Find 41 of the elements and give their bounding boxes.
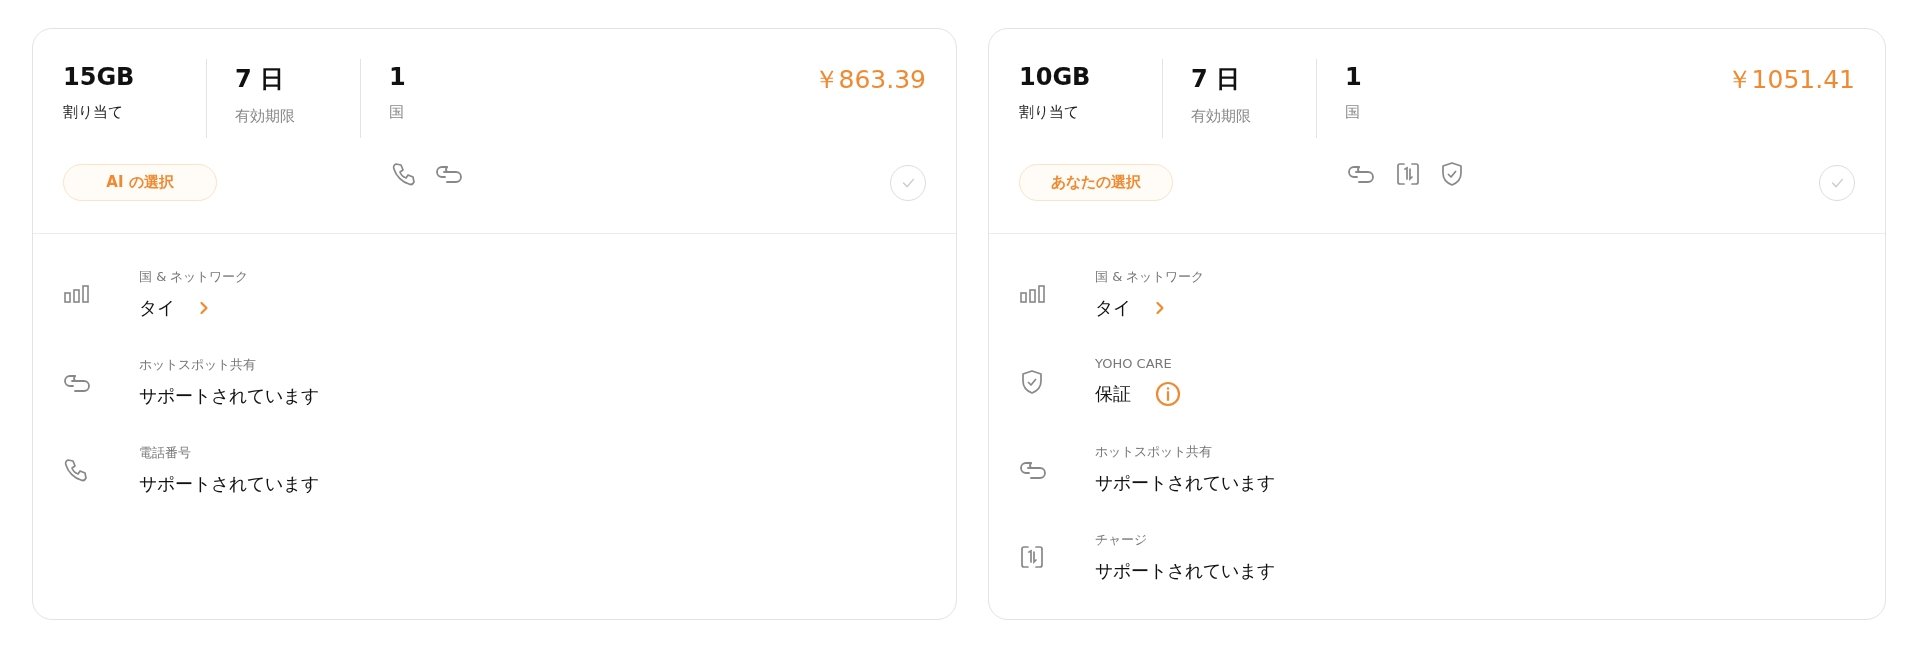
info-icon[interactable] xyxy=(1155,381,1181,407)
detail-label: 国 & ネットワーク xyxy=(1095,268,1205,286)
shield-check-icon xyxy=(1019,368,1045,395)
detail-value: タイ xyxy=(139,296,175,320)
charge-icon xyxy=(1019,544,1045,570)
detail-label: ホットスポット共有 xyxy=(139,356,257,374)
countries-value: 1 xyxy=(389,63,406,91)
detail-value: タイ xyxy=(1095,296,1131,320)
allocation-label: 割り当て xyxy=(1019,103,1080,122)
detail-label: 国 & ネットワーク xyxy=(139,268,249,286)
detail-label: YOHO CARE xyxy=(1095,356,1173,371)
allocation-value: 10GB xyxy=(1019,63,1092,91)
detail-label: チャージ xyxy=(1095,531,1148,549)
detail-value: サポートされています xyxy=(139,472,319,496)
validity-label: 有効期限 xyxy=(1191,107,1252,126)
countries-label: 国 xyxy=(1345,103,1361,122)
countries-label: 国 xyxy=(389,103,405,122)
detail-label: ホットスポット共有 xyxy=(1095,443,1213,461)
plan-card[interactable]: 10GB 割り当て 7 日 有効期限 1 国 ￥1051.41 あなたの選択 国 & ネットワーク タイ YOHO CARE 保証 ホットスポット共有 サポートされています チャージ サポートされています xyxy=(988,28,1886,620)
validity-label: 有効期限 xyxy=(235,107,296,126)
phone-icon xyxy=(391,160,417,187)
allocation-value: 15GB xyxy=(63,63,136,91)
detail-value: 保証 xyxy=(1095,382,1131,406)
plan-card[interactable]: 15GB 割り当て 7 日 有効期限 1 国 ￥863.39 AI の選択 国 & ネットワーク タイ ホットスポット共有 サポートされています 電話番号 サポートされています xyxy=(32,28,957,620)
charge-icon xyxy=(1395,160,1421,187)
countries-value: 1 xyxy=(1345,63,1362,91)
detail-label: 電話番号 xyxy=(139,444,192,462)
chevron-icon[interactable] xyxy=(199,300,209,316)
choice-badge: あなたの選択 xyxy=(1019,164,1173,201)
detail-value: サポートされています xyxy=(1095,471,1275,495)
phone-icon xyxy=(63,457,89,483)
choice-badge: AI の選択 xyxy=(63,164,217,201)
detail-value: サポートされています xyxy=(1095,559,1275,583)
chevron-icon[interactable] xyxy=(1155,300,1165,316)
detail-value: サポートされています xyxy=(139,384,319,408)
shield-check-icon xyxy=(1439,160,1465,187)
price: ￥1051.41 xyxy=(1726,64,1855,96)
price: ￥863.39 xyxy=(813,64,926,96)
allocation-label: 割り当て xyxy=(63,103,124,122)
validity-value: 7 日 xyxy=(1191,64,1242,95)
validity-value: 7 日 xyxy=(235,64,286,95)
